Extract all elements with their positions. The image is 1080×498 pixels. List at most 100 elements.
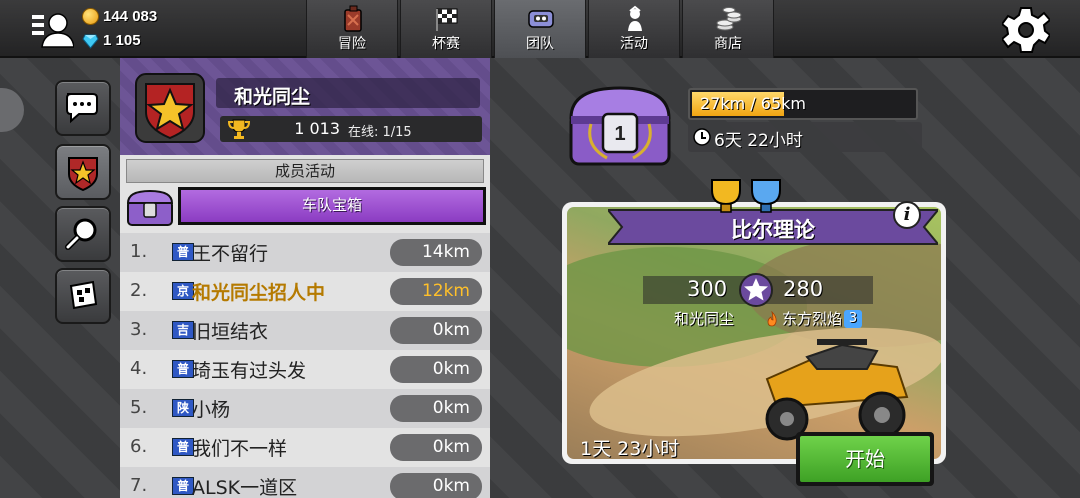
member-name: 琦玉有过头发 — [192, 360, 307, 382]
tab-adventure[interactable]: 冒险 — [306, 0, 398, 58]
event-teams: 和光同尘 东方烈焰 3 — [674, 308, 914, 332]
member-distance: 0km — [390, 317, 482, 344]
top-bar: 144 083 1 105 冒险 杯赛 团队 活动 商店 — [0, 0, 1080, 58]
list-item[interactable]: 3. 吉 旧垣结衣 0km — [120, 311, 490, 350]
member-name: ALSK一道区 — [192, 477, 298, 498]
coin-icon — [82, 7, 99, 25]
tab-shop-label: 商店 — [714, 36, 742, 52]
member-rank: 1. — [130, 241, 148, 262]
member-distance: 0km — [390, 434, 482, 461]
region-flag: 陕 — [172, 399, 194, 417]
chat-button[interactable] — [55, 80, 111, 136]
member-distance: 0km — [390, 356, 482, 383]
list-item[interactable]: 1. 普 王不留行 14km — [120, 233, 490, 272]
team-panel: 和光同尘 1 013 在线: 1/15 成员活动 车队宝箱 1. 普 王不留行 … — [120, 58, 490, 498]
magnifier-icon — [65, 218, 97, 250]
score-left: 300 — [687, 277, 728, 301]
team-button[interactable] — [55, 144, 111, 200]
search-teams-button[interactable] — [55, 206, 111, 262]
score-right: 280 — [783, 277, 824, 301]
shop-coins-icon — [716, 7, 742, 31]
member-activity-area: 成员活动 车队宝箱 1. 普 王不留行 14km 2. 京 和光同尘招人中 12… — [120, 155, 490, 498]
tab-cups[interactable]: 杯赛 — [400, 0, 492, 58]
flame-icon — [767, 310, 777, 326]
list-item[interactable]: 7. 普 ALSK一道区 0km — [120, 467, 490, 498]
list-item[interactable]: 2. 京 和光同尘招人中 12km — [120, 272, 490, 311]
online-count: 在线: 1/15 — [348, 125, 412, 140]
event-title: 比尔理论 — [731, 218, 815, 242]
settings-gear-icon[interactable] — [1002, 6, 1050, 54]
team-header: 和光同尘 1 013 在线: 1/15 — [120, 58, 490, 155]
start-button[interactable]: 开始 — [796, 432, 934, 486]
tab-shop[interactable]: 商店 — [682, 0, 774, 58]
coins-display: 144 083 — [82, 7, 157, 25]
list-item[interactable]: 4. 普 琦玉有过头发 0km — [120, 350, 490, 389]
coins-value: 144 083 — [103, 7, 158, 25]
region-flag: 普 — [172, 438, 194, 456]
start-button-label: 开始 — [800, 436, 930, 482]
gems-display: 1 105 — [82, 31, 141, 49]
team-chest-icon[interactable]: 1 — [565, 84, 675, 170]
tab-events[interactable]: 活动 — [588, 0, 680, 58]
event-info-button[interactable]: i — [893, 201, 921, 229]
member-rank: 3. — [130, 319, 148, 340]
tab-adventure-label: 冒险 — [338, 36, 366, 52]
team-badge-icon — [135, 73, 205, 143]
tab-events-label: 活动 — [620, 36, 648, 52]
region-flag: 京 — [172, 282, 194, 300]
chest-timer: 6天 22小时 — [688, 122, 922, 152]
list-item[interactable]: 6. 普 我们不一样 0km — [120, 428, 490, 467]
versus-star-icon — [739, 273, 773, 307]
tab-team[interactable]: 团队 — [494, 0, 586, 58]
team-chest-small-icon — [126, 189, 174, 226]
team-name: 和光同尘 — [234, 86, 311, 108]
chest-level: 1 — [614, 123, 625, 145]
region-flag: 吉 — [172, 321, 194, 339]
member-rank: 7. — [130, 475, 148, 496]
member-name: 旧垣结衣 — [192, 321, 269, 343]
member-name: 小杨 — [192, 399, 231, 421]
member-distance: 14km — [390, 239, 482, 266]
tab-team-label: 团队 — [526, 36, 554, 52]
team-shield-star-icon — [68, 157, 98, 192]
member-list: 1. 普 王不留行 14km 2. 京 和光同尘招人中 12km 3. 吉 旧垣… — [120, 233, 490, 498]
team-car-icon — [528, 10, 554, 28]
region-flag: 普 — [172, 360, 194, 378]
chest-progress-bar: 27km / 65km — [688, 88, 918, 120]
member-name: 我们不一样 — [192, 438, 288, 460]
member-rank: 5. — [130, 397, 148, 418]
region-flag: 普 — [172, 243, 194, 261]
member-name: 王不留行 — [192, 243, 269, 265]
member-distance: 0km — [390, 395, 482, 422]
chat-bubbles-icon — [66, 93, 98, 124]
member-rank: 6. — [130, 436, 148, 457]
team-stats: 1 013 在线: 1/15 — [220, 116, 482, 142]
leaderboard-button[interactable] — [55, 268, 111, 324]
gem-icon — [82, 34, 99, 49]
team-left-name: 和光同尘 — [674, 310, 735, 328]
member-rank: 4. — [130, 358, 148, 379]
team-flag-icon — [69, 280, 98, 310]
fuel-can-icon — [344, 5, 362, 32]
cups-icon — [711, 179, 781, 213]
chest-progress-text: 27km / 65km — [700, 94, 806, 113]
team-right-name: 东方烈焰 — [782, 310, 843, 328]
clock-icon — [693, 128, 711, 146]
main-tabs: 冒险 杯赛 团队 活动 商店 — [306, 0, 774, 58]
trophy-icon — [227, 119, 251, 139]
team-chest-button-label: 车队宝箱 — [181, 190, 483, 222]
team-chest-button[interactable]: 车队宝箱 — [178, 187, 486, 225]
event-icon — [628, 5, 642, 31]
member-rank: 2. — [130, 280, 148, 301]
team-score: 1 013 — [294, 119, 340, 138]
tab-cups-label: 杯赛 — [432, 36, 460, 52]
section-title: 成员活动 — [126, 159, 484, 183]
team-name-bar: 和光同尘 — [216, 78, 480, 108]
chest-timer-text: 6天 22小时 — [714, 131, 803, 151]
profile-avatar-icon[interactable] — [30, 9, 74, 49]
list-item[interactable]: 5. 陕 小杨 0km — [120, 389, 490, 428]
member-distance: 12km — [390, 278, 482, 305]
member-distance: 0km — [390, 473, 482, 498]
checkered-flag-icon — [436, 8, 458, 31]
team-right-level: 3 — [844, 309, 863, 328]
